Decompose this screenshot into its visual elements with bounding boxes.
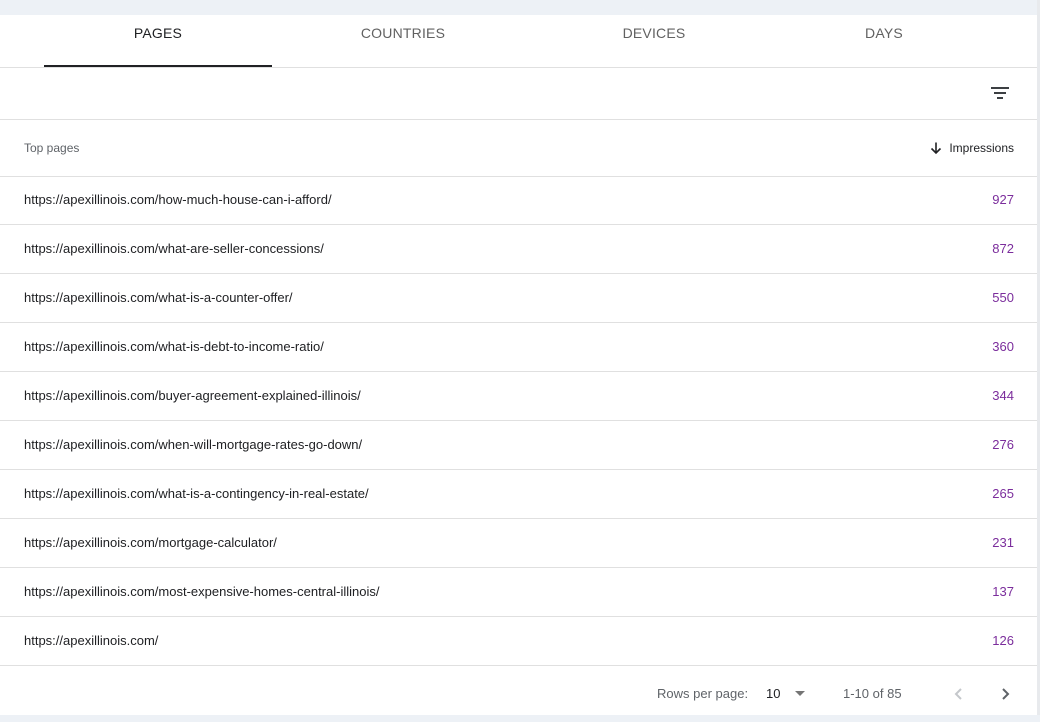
- page-url: https://apexillinois.com/most-expensive-…: [24, 584, 380, 599]
- tab-devices-label: DEVICES: [622, 25, 686, 41]
- table-row[interactable]: https://apexillinois.com/mortgage-calcul…: [0, 519, 1037, 568]
- tab-devices[interactable]: DEVICES: [540, 15, 768, 67]
- impressions-value: 872: [992, 241, 1014, 256]
- impressions-value: 265: [992, 486, 1014, 501]
- page-url: https://apexillinois.com/: [24, 633, 159, 648]
- page-url: https://apexillinois.com/what-are-seller…: [24, 241, 324, 256]
- pagination-range: 1-10 of 85: [843, 686, 902, 701]
- table-row[interactable]: https://apexillinois.com/when-will-mortg…: [0, 421, 1037, 470]
- table-body: https://apexillinois.com/how-much-house-…: [0, 176, 1037, 666]
- impressions-header-label: Impressions: [949, 141, 1014, 155]
- tab-bar: PAGES COUNTRIES DEVICES DAYS: [0, 15, 1037, 68]
- tab-countries-label: COUNTRIES: [360, 25, 446, 41]
- filter-list-icon: [991, 87, 1009, 99]
- table-row[interactable]: https://apexillinois.com/what-is-debt-to…: [0, 323, 1037, 372]
- dropdown-arrow-icon: [795, 691, 805, 696]
- table-row[interactable]: https://apexillinois.com/what-are-seller…: [0, 225, 1037, 274]
- page-url: https://apexillinois.com/what-is-a-conti…: [24, 486, 369, 501]
- filter-button[interactable]: [984, 77, 1016, 109]
- tab-pages-label: PAGES: [133, 25, 183, 41]
- impressions-value: 276: [992, 437, 1014, 452]
- impressions-value: 927: [992, 192, 1014, 207]
- arrow-downward-icon: [931, 142, 942, 155]
- page-url: https://apexillinois.com/what-is-a-count…: [24, 290, 293, 305]
- tab-countries[interactable]: COUNTRIES: [289, 15, 517, 67]
- previous-page-button[interactable]: [946, 682, 970, 706]
- page-url: https://apexillinois.com/what-is-debt-to…: [24, 339, 324, 354]
- table-row[interactable]: https://apexillinois.com/how-much-house-…: [0, 176, 1037, 225]
- table-row[interactable]: https://apexillinois.com/ 126: [0, 617, 1037, 666]
- performance-table-card: PAGES COUNTRIES DEVICES DAYS Top pages I…: [0, 15, 1037, 715]
- tab-days-label: DAYS: [865, 25, 903, 41]
- impressions-value: 360: [992, 339, 1014, 354]
- table-row[interactable]: https://apexillinois.com/buyer-agreement…: [0, 372, 1037, 421]
- page-url: https://apexillinois.com/when-will-mortg…: [24, 437, 363, 452]
- rows-per-page-label: Rows per page:: [657, 686, 749, 701]
- impressions-value: 137: [992, 584, 1014, 599]
- pagination-bar: Rows per page: 10 1-10 of 85: [0, 666, 1037, 715]
- table-row[interactable]: https://apexillinois.com/most-expensive-…: [0, 568, 1037, 617]
- chevron-right-icon: [1002, 688, 1010, 700]
- impressions-value: 550: [992, 290, 1014, 305]
- filter-toolbar: [0, 67, 1037, 120]
- tab-days[interactable]: DAYS: [770, 15, 998, 67]
- top-pages-header: Top pages: [24, 141, 80, 155]
- tab-pages[interactable]: PAGES: [44, 15, 272, 67]
- rows-per-page-select[interactable]: 10: [760, 680, 812, 708]
- next-page-button[interactable]: [994, 682, 1018, 706]
- page-url: https://apexillinois.com/buyer-agreement…: [24, 388, 361, 403]
- impressions-value: 344: [992, 388, 1014, 403]
- page-url: https://apexillinois.com/how-much-house-…: [24, 192, 332, 207]
- impressions-value: 126: [992, 633, 1014, 648]
- page-url: https://apexillinois.com/mortgage-calcul…: [24, 535, 277, 550]
- chevron-left-icon: [954, 688, 962, 700]
- impressions-value: 231: [992, 535, 1014, 550]
- impressions-sort-header[interactable]: Impressions: [929, 120, 1014, 176]
- table-row[interactable]: https://apexillinois.com/what-is-a-conti…: [0, 470, 1037, 519]
- table-row[interactable]: https://apexillinois.com/what-is-a-count…: [0, 274, 1037, 323]
- table-header: Top pages Impressions: [0, 120, 1037, 177]
- rows-per-page-value: 10: [766, 686, 781, 701]
